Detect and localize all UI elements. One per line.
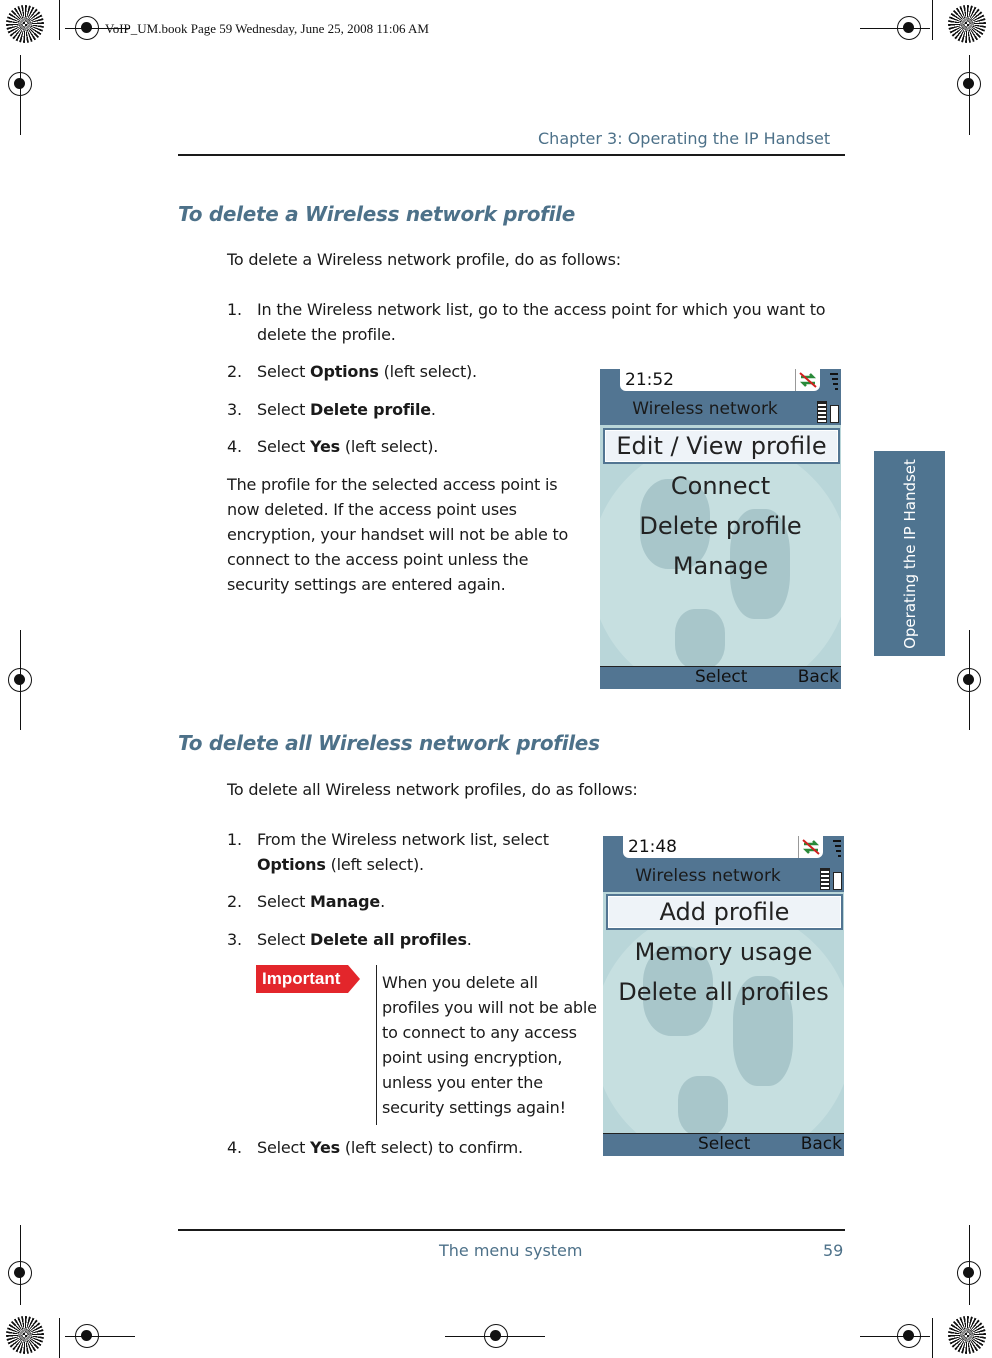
registration-star-mark	[948, 5, 986, 43]
crop-line	[20, 1225, 21, 1305]
section-intro: To delete all Wireless network profiles,…	[227, 780, 638, 799]
crop-line	[445, 1336, 545, 1337]
clock-time: 21:48	[628, 837, 677, 857]
chapter-header: Chapter 3: Operating the IP Handset	[538, 129, 831, 148]
menu-item[interactable]: Manage	[600, 552, 841, 580]
crop-line	[932, 1318, 933, 1358]
crop-line	[20, 55, 21, 135]
crop-line	[932, 0, 933, 40]
crop-line	[20, 630, 21, 730]
signal-icon	[833, 840, 841, 860]
signal-icon	[830, 373, 838, 393]
softkey-bar: Select Back	[603, 1133, 844, 1156]
page-number: 59	[823, 1241, 844, 1260]
softkey-back[interactable]: Back	[798, 667, 839, 687]
no-connection-icon	[795, 369, 820, 391]
crop-line	[59, 1318, 60, 1358]
crop-line	[969, 55, 970, 135]
crop-line	[969, 1225, 970, 1305]
menu-item[interactable]: Delete all profiles	[603, 978, 844, 1006]
section-heading: To delete a Wireless network profile	[178, 202, 575, 226]
section-heading: To delete all Wireless network profiles	[178, 731, 600, 755]
footer-section: The menu system	[439, 1241, 583, 1260]
softkey-back[interactable]: Back	[801, 1134, 842, 1154]
important-badge: Important	[256, 965, 360, 993]
crop-line	[65, 1336, 135, 1337]
note-divider	[376, 965, 377, 1125]
battery-icon	[820, 868, 830, 890]
header-rule	[178, 154, 845, 156]
handset-icon	[830, 405, 839, 423]
menu-item-selected[interactable]: Edit / View profile	[603, 428, 840, 464]
softkey-bar: Select Back	[600, 666, 841, 689]
no-connection-icon	[798, 836, 823, 858]
crop-line	[860, 28, 930, 29]
important-note: When you delete all profiles you will no…	[382, 973, 597, 1117]
screen-title: Wireless network	[632, 399, 778, 419]
screen-title: Wireless network	[635, 866, 781, 886]
print-stamp: VoIP_UM.book Page 59 Wednesday, June 25,…	[105, 21, 429, 36]
menu-item-selected[interactable]: Add profile	[606, 894, 843, 930]
softkey-select[interactable]: Select	[698, 1134, 750, 1154]
chapter-side-tab: Operating the IP Handset	[874, 451, 945, 656]
status-bar: 21:52 Wireless network	[600, 369, 841, 425]
result-paragraph: The profile for the selected access poin…	[227, 475, 569, 594]
registration-star-mark	[6, 5, 44, 43]
crop-line	[59, 0, 60, 40]
registration-star-mark	[948, 1316, 986, 1354]
handset-screenshot: 21:52 Wireless network Edit / View profi…	[600, 369, 841, 689]
menu-item[interactable]: Memory usage	[603, 938, 844, 966]
clock-time: 21:52	[625, 370, 674, 390]
softkey-select[interactable]: Select	[695, 667, 747, 687]
crop-line	[860, 1336, 930, 1337]
section-intro: To delete a Wireless network profile, do…	[227, 250, 621, 269]
battery-icon	[817, 401, 827, 423]
footer-rule	[178, 1229, 845, 1231]
menu-item[interactable]: Delete profile	[600, 512, 841, 540]
menu-item[interactable]: Connect	[600, 472, 841, 500]
registration-star-mark	[6, 1316, 44, 1354]
crop-line	[969, 630, 970, 730]
status-bar: 21:48 Wireless network	[603, 836, 844, 892]
handset-screenshot: 21:48 Wireless network Add profile Memor…	[603, 836, 844, 1156]
handset-icon	[833, 872, 842, 890]
